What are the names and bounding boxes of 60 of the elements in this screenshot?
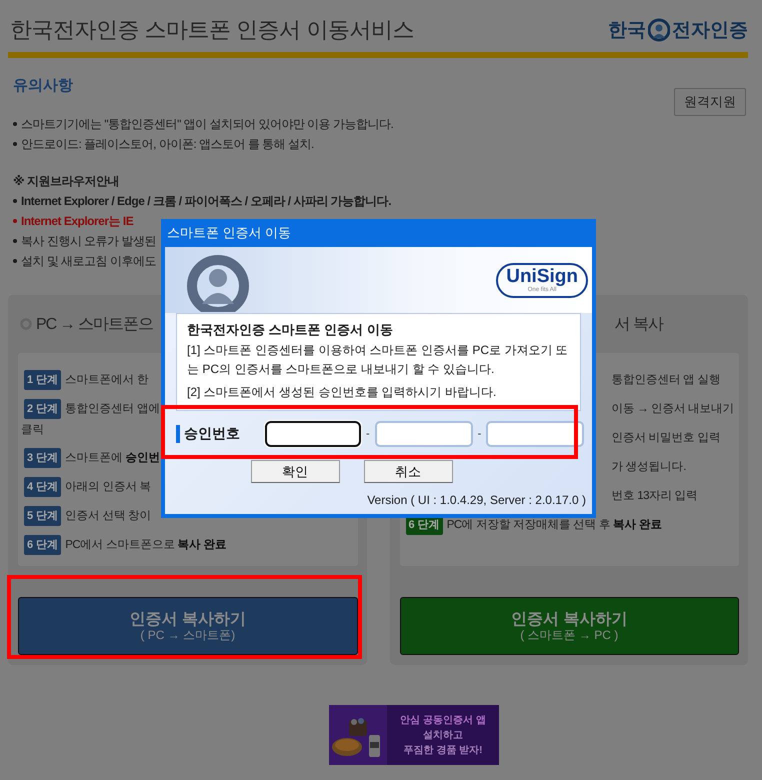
- bullet-icon: [13, 259, 17, 263]
- panel-title: 서 복사: [614, 314, 663, 334]
- panel-title: PC → 스마트폰으: [36, 314, 154, 334]
- logo-text: 전자인증: [672, 19, 748, 43]
- info-heading: 한국전자인증 스마트폰 인증서 이동: [187, 321, 394, 339]
- notice-text: 설치 및 새로고침 이후에도: [21, 253, 156, 270]
- step-badge: 1 단계: [24, 370, 62, 390]
- notice-text: Internet Explorer / Edge / 크롬 / 파이어폭스 / 오페라 / 사파리 가능합니다.: [21, 193, 392, 210]
- page-title: 한국전자인증 스마트폰 인증서 이동서비스: [10, 16, 414, 44]
- label-marker: [176, 425, 180, 443]
- dialog-title: 스마트폰 인증서 이동: [166, 224, 292, 242]
- field-label: 승인번호: [184, 425, 240, 443]
- info-text: [2] 스마트폰에서 생성된 승인번호를 입력하시기 바랍니다.: [187, 384, 498, 401]
- step-text: 이동 → 인증서 내보내기: [612, 402, 734, 417]
- dialog-button[interactable]: 취소: [364, 460, 452, 483]
- ad-text: 설치하고: [423, 728, 463, 742]
- section-heading: ※ 지원브라우저안내: [13, 173, 119, 190]
- notice-text: 복사 진행시 오류가 발생된: [21, 233, 156, 250]
- info-text: [1] 스마트폰 인증센터를 이용하여 스마트폰 인증서를 PC로 가져오기 또는 PC의 인증서를 스마트폰으로 내보내기 할 수 있습니다.: [187, 342, 569, 378]
- dialog-button[interactable]: 확인: [250, 460, 340, 483]
- ad-text: 안심 공동인증서 앱: [400, 714, 486, 728]
- step-text: 클릭: [21, 423, 44, 438]
- step-badge: 2 단계: [24, 399, 62, 419]
- step-text: PC에서 스마트폰으로 복사 완료: [65, 538, 226, 553]
- step-text: 인증서 선택 창이: [65, 509, 152, 524]
- bullet-icon: [13, 142, 17, 146]
- ad-text: 푸짐한 경품 받자!: [404, 744, 482, 758]
- step-text: PC에 저장할 저장매체를 선택 후 복사 완료: [446, 518, 662, 533]
- section-heading: 유의사항: [13, 76, 73, 95]
- step-badge: 5 단계: [24, 506, 62, 526]
- notice-text: 스마트기기에는 "통합인증센터" 앱이 설치되어 있어야만 이용 가능합니다.: [21, 116, 394, 133]
- bullet-icon: [13, 122, 17, 126]
- step-text: 번호 13자리 입력: [612, 489, 698, 504]
- step-text: 통합인증센터 앱에: [65, 402, 160, 417]
- approval-number-field[interactable]: [374, 421, 473, 447]
- version-text: Version ( UI : 1.0.4.29, Server : 2.0.17.0 ): [366, 492, 587, 507]
- ad-banner[interactable]: 안심 공동인증서 앱 설치하고 푸짐한 경품 받자!: [329, 705, 499, 765]
- copy-certificate-button[interactable]: 인증서 복사하기 ( 스마트폰 → PC ): [400, 597, 739, 655]
- globe-person-icon: [648, 18, 670, 42]
- logo-text: 한국: [608, 19, 646, 43]
- notice-text: 안드로이드: 플레이스토어, 아이폰: 앱스토어 를 통해 설치.: [21, 136, 314, 153]
- approval-number-field[interactable]: [486, 421, 584, 447]
- remote-support-button[interactable]: 원격지원: [674, 88, 746, 116]
- separator-text: -: [478, 428, 482, 440]
- step-text: 가 생성됩니다.: [612, 460, 686, 475]
- bullet-icon: [13, 199, 17, 203]
- bullet-icon: [13, 219, 17, 223]
- step-badge: 6 단계: [24, 535, 62, 555]
- step-text: 통합인증센터 앱 실행: [612, 373, 720, 388]
- step-text: 스마트폰에 승인번: [65, 451, 160, 466]
- copy-certificate-button[interactable]: 인증서 복사하기 ( PC → 스마트폰): [18, 597, 358, 655]
- step-text: 아래의 인증서 복: [65, 480, 152, 495]
- step-badge: 3 단계: [24, 448, 62, 468]
- notice-text: Internet Explorer는 IE: [21, 213, 134, 230]
- separator-text: -: [366, 428, 370, 440]
- step-text: 스마트폰에서 한: [65, 373, 148, 388]
- step-text: 인증서 비밀번호 입력: [612, 431, 720, 446]
- bullet-icon: [13, 239, 17, 243]
- step-badge: 4 단계: [24, 477, 62, 497]
- approval-number-field[interactable]: [265, 421, 361, 447]
